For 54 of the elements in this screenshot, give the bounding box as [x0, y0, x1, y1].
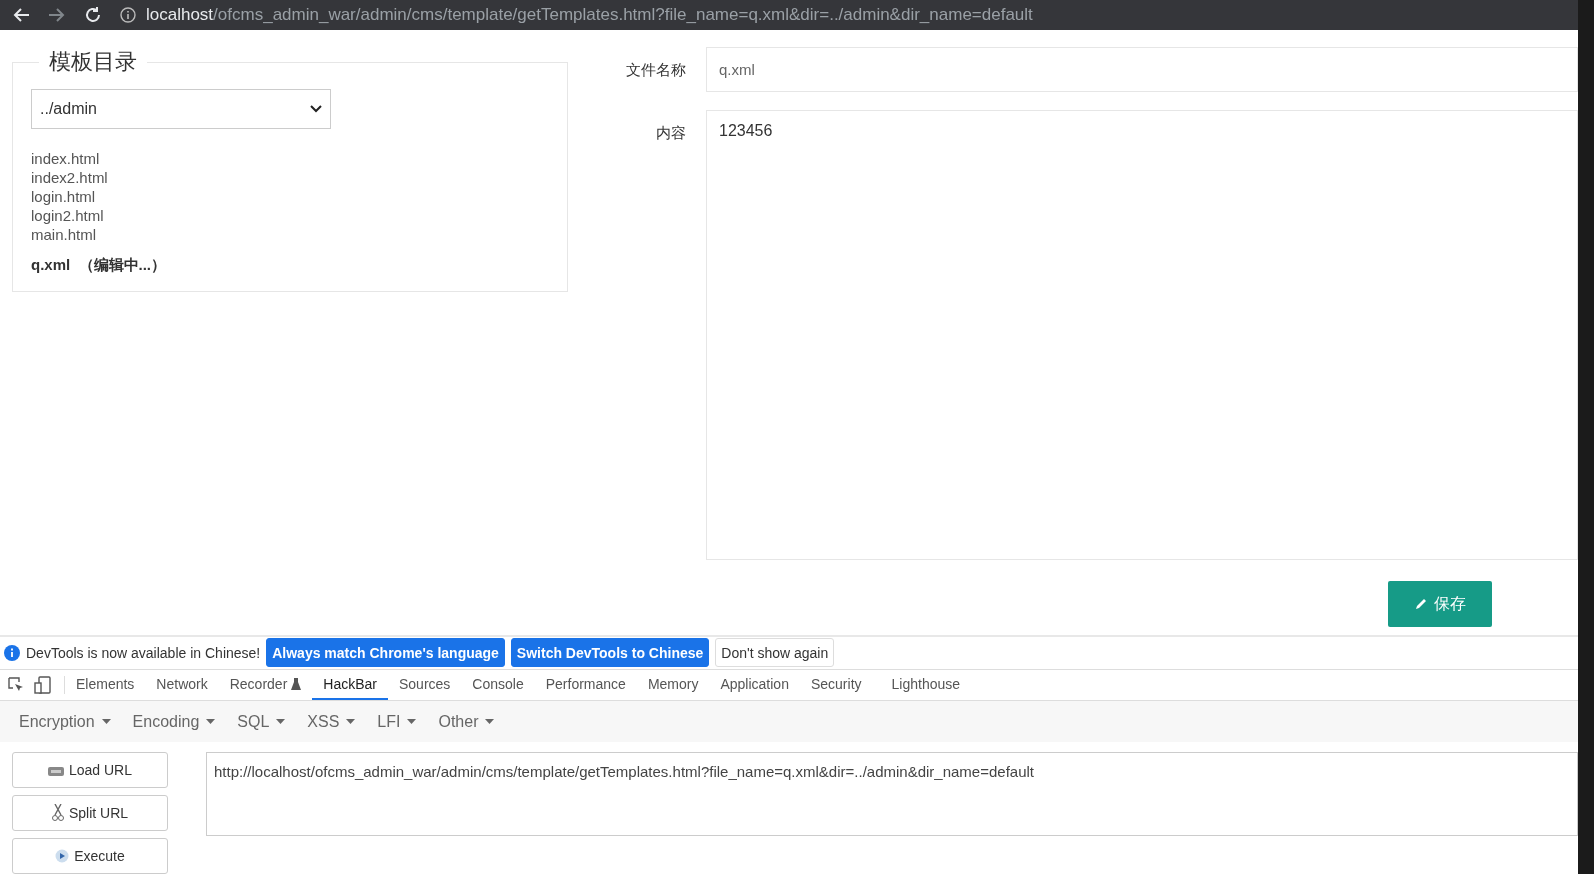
- device-toolbar-icon[interactable]: [34, 676, 52, 694]
- notice-button[interactable]: Switch DevTools to Chinese: [510, 638, 710, 668]
- play-icon: [55, 849, 70, 863]
- caret-icon: [346, 719, 356, 725]
- file-link[interactable]: index2.html: [31, 168, 549, 187]
- scissors-icon: [51, 804, 64, 822]
- devtools-tab[interactable]: Recorder: [218, 669, 313, 701]
- url-textarea[interactable]: http://localhost/ofcms_admin_war/admin/cms/template/getTemplates.html?file_name=q.xml&dir=../admin&dir_name=default: [206, 752, 1578, 836]
- file-link[interactable]: login2.html: [31, 206, 549, 225]
- pencil-icon: [1414, 597, 1428, 611]
- caret-icon: [276, 719, 286, 725]
- devtools-tab[interactable]: Elements: [65, 669, 146, 701]
- caret-icon: [407, 719, 417, 725]
- hackbar-action-button[interactable]: Split URL: [12, 795, 168, 831]
- hackbar-menu[interactable]: Other: [438, 712, 495, 731]
- hackbar-menu[interactable]: Encryption: [19, 712, 111, 731]
- field-label: 文件名称: [625, 60, 686, 80]
- caret-icon: [485, 719, 495, 725]
- devtools-tab[interactable]: Network: [145, 669, 219, 701]
- devtools-tab[interactable]: Console: [461, 669, 535, 701]
- inspect-icon[interactable]: [8, 677, 24, 693]
- chevron-down-icon: [310, 105, 322, 113]
- devtools-tab[interactable]: Application: [709, 669, 800, 701]
- devtools-tab[interactable]: Sources: [388, 669, 462, 701]
- field-label: 内容: [655, 123, 686, 143]
- file-link[interactable]: main.html: [31, 225, 549, 244]
- file-name-field[interactable]: q.xml: [706, 47, 1578, 92]
- hackbar-menu[interactable]: Encoding: [132, 712, 216, 731]
- caret-icon: [206, 719, 216, 725]
- notice-button[interactable]: Don't show again: [715, 638, 835, 668]
- back-icon[interactable]: [12, 7, 30, 23]
- panel-title: 模板目录: [48, 48, 138, 76]
- hackbar-menu[interactable]: LFI: [377, 712, 417, 731]
- reload-icon[interactable]: [84, 6, 102, 24]
- content-textarea[interactable]: 123456: [706, 110, 1578, 560]
- hackbar-menu[interactable]: XSS: [307, 712, 356, 731]
- hackbar-menu[interactable]: SQL: [237, 712, 286, 731]
- info-icon: [4, 644, 20, 661]
- notice-button[interactable]: Always match Chrome's language: [266, 638, 505, 668]
- devtools-tab[interactable]: Performance: [534, 669, 637, 701]
- hackbar-action-button[interactable]: Execute: [12, 838, 168, 874]
- file-link[interactable]: index.html: [31, 149, 549, 168]
- devtools-tab[interactable]: Lighthouse: [880, 669, 972, 701]
- forward-icon[interactable]: [48, 7, 66, 23]
- hackbar-action-button[interactable]: Load URL: [12, 752, 168, 788]
- notice-text: DevTools is now available in Chinese!: [26, 644, 261, 661]
- file-link[interactable]: q.xml （编辑中...）: [31, 255, 549, 274]
- devtools-tab[interactable]: Memory: [636, 669, 710, 701]
- file-link[interactable]: login.html: [31, 187, 549, 206]
- directory-select[interactable]: ../admin: [31, 89, 331, 129]
- caret-icon: [101, 719, 111, 725]
- devtools-tab[interactable]: Security: [799, 669, 873, 701]
- flask-icon: [291, 678, 302, 690]
- info-icon[interactable]: [120, 7, 136, 23]
